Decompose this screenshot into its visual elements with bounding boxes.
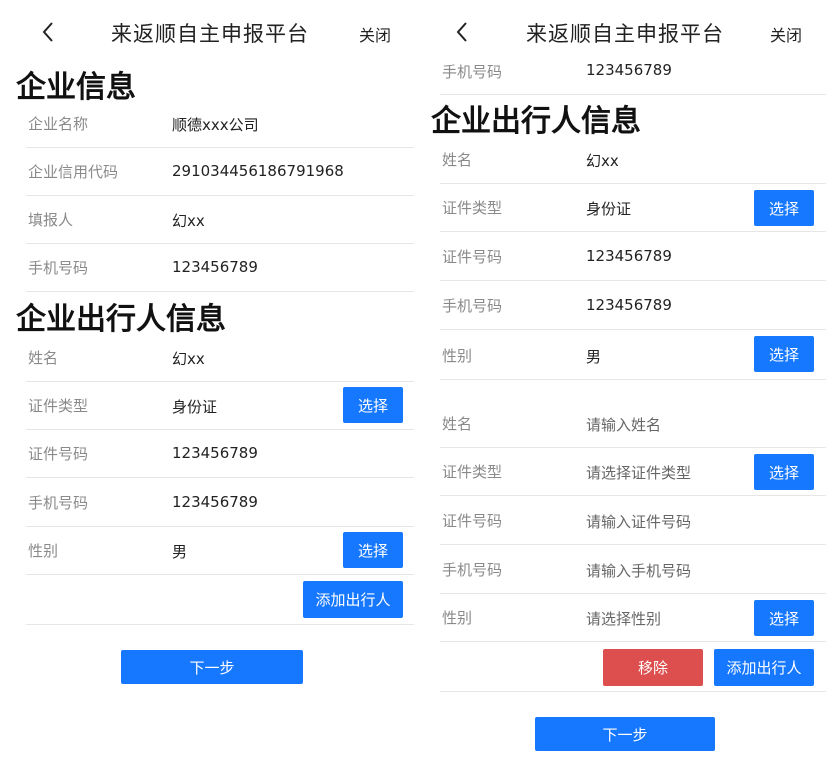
section-title-traveler: 企业出行人信息 [431,104,641,139]
company-phone-value: 123456789 [172,258,258,276]
field-label: 企业信用代码 [28,163,119,181]
traveler-phone-value[interactable]: 123456789 [172,493,258,511]
field-label: 证件号码 [442,512,503,530]
add-traveler-button[interactable]: 添加出行人 [303,581,403,618]
right-screen: 来返顺自主申报平台 关闭 手机号码 123456789 企业出行人信息 姓名 幻… [418,0,835,761]
field-label: 填报人 [28,211,74,229]
field-label: 手机号码 [442,63,503,81]
filler-value: 幻xx [172,212,205,230]
field-label: 姓名 [442,415,473,433]
traveler-gender-row: 性别 男 选择 [26,527,414,575]
select-id-type-button[interactable]: 选择 [754,454,814,490]
company-credit-row: 企业信用代码 291034456186791968 [26,148,414,196]
close-button[interactable]: 关闭 [359,22,391,46]
traveler-phone-row[interactable]: 手机号码 123456789 [26,479,414,527]
traveler2-id-no-input[interactable]: 请输入证件号码 [586,511,691,532]
field-label: 证件类型 [442,463,503,481]
traveler-id-type-value: 身份证 [172,398,218,416]
company-phone-row: 手机号码 123456789 [26,244,414,292]
next-step-button[interactable]: 下一步 [121,650,303,684]
traveler2-name-input[interactable]: 请输入姓名 [586,414,661,435]
field-label: 性别 [442,347,473,365]
next-step-button[interactable]: 下一步 [535,717,715,751]
company-name-row: 企业名称 顺德xxx公司 [26,100,414,148]
section-title-traveler: 企业出行人信息 [16,302,226,337]
company-credit-value: 291034456186791968 [172,162,344,180]
close-button[interactable]: 关闭 [770,22,802,46]
left-screen: 来返顺自主申报平台 关闭 企业信息 企业名称 顺德xxx公司 企业信用代码 29… [0,0,418,761]
traveler2-id-type-row: 证件类型 请选择证件类型 选择 [440,448,826,496]
traveler-name-value[interactable]: 幻xx [586,150,619,171]
field-label: 证件号码 [28,445,89,463]
traveler-phone-value[interactable]: 123456789 [586,296,672,314]
traveler-id-type-value: 身份证 [586,200,632,218]
field-label: 性别 [28,542,59,560]
traveler-id-no-value[interactable]: 123456789 [172,444,258,462]
traveler2-phone-row[interactable]: 手机号码 请输入手机号码 [440,546,826,594]
nav-bar: 来返顺自主申报平台 关闭 [0,0,418,64]
company-phone-value: 123456789 [586,61,672,79]
traveler-id-no-value[interactable]: 123456789 [586,247,672,265]
traveler-id-type-row: 证件类型 身份证 选择 [440,184,826,232]
field-label: 证件类型 [442,199,503,217]
traveler-name-row[interactable]: 姓名 幻xx [26,334,414,382]
chevron-left-icon [456,22,467,42]
field-label: 证件类型 [28,397,89,415]
select-gender-button[interactable]: 选择 [754,336,814,372]
traveler2-gender-row: 性别 请选择性别 选择 [440,594,826,642]
select-gender-button[interactable]: 选择 [754,600,814,636]
action-row: 移除 添加出行人 [440,643,826,692]
traveler-gender-value: 男 [586,348,602,366]
field-label: 手机号码 [442,297,503,315]
select-id-type-button[interactable]: 选择 [754,190,814,226]
traveler2-phone-input[interactable]: 请输入手机号码 [586,560,691,581]
remove-traveler-button[interactable]: 移除 [603,649,703,686]
traveler2-name-row[interactable]: 姓名 请输入姓名 [440,400,826,448]
page-title: 来返顺自主申报平台 [526,22,724,46]
field-label: 性别 [442,609,473,627]
company-name-value: 顺德xxx公司 [172,116,259,134]
field-label: 姓名 [442,151,473,169]
field-label: 证件号码 [442,248,503,266]
company-phone-row: 手机号码 123456789 [440,49,826,95]
traveler-id-no-row[interactable]: 证件号码 123456789 [440,233,826,281]
field-label: 手机号码 [28,259,89,277]
back-button[interactable] [444,14,480,50]
traveler-id-no-row[interactable]: 证件号码 123456789 [26,430,414,478]
select-gender-button[interactable]: 选择 [343,532,403,568]
traveler-phone-row[interactable]: 手机号码 123456789 [440,282,826,330]
traveler2-id-no-row[interactable]: 证件号码 请输入证件号码 [440,497,826,545]
traveler-gender-row: 性别 男 选择 [440,330,826,380]
traveler2-gender-input[interactable]: 请选择性别 [586,608,661,629]
field-label: 企业名称 [28,115,89,133]
traveler2-id-type-input[interactable]: 请选择证件类型 [586,462,691,483]
traveler-name-row[interactable]: 姓名 幻xx [440,136,826,184]
back-button[interactable] [30,14,66,50]
traveler-name-value[interactable]: 幻xx [172,348,205,369]
field-label: 姓名 [28,349,59,367]
traveler-gender-value: 男 [172,543,188,561]
page-title: 来返顺自主申报平台 [111,22,309,46]
field-label: 手机号码 [28,494,89,512]
field-label: 手机号码 [442,561,503,579]
chevron-left-icon [42,22,53,42]
filler-row: 填报人 幻xx [26,196,414,244]
action-row: 添加出行人 [26,575,414,625]
add-traveler-button[interactable]: 添加出行人 [714,649,814,686]
traveler-id-type-row: 证件类型 身份证 选择 [26,382,414,430]
select-id-type-button[interactable]: 选择 [343,387,403,423]
